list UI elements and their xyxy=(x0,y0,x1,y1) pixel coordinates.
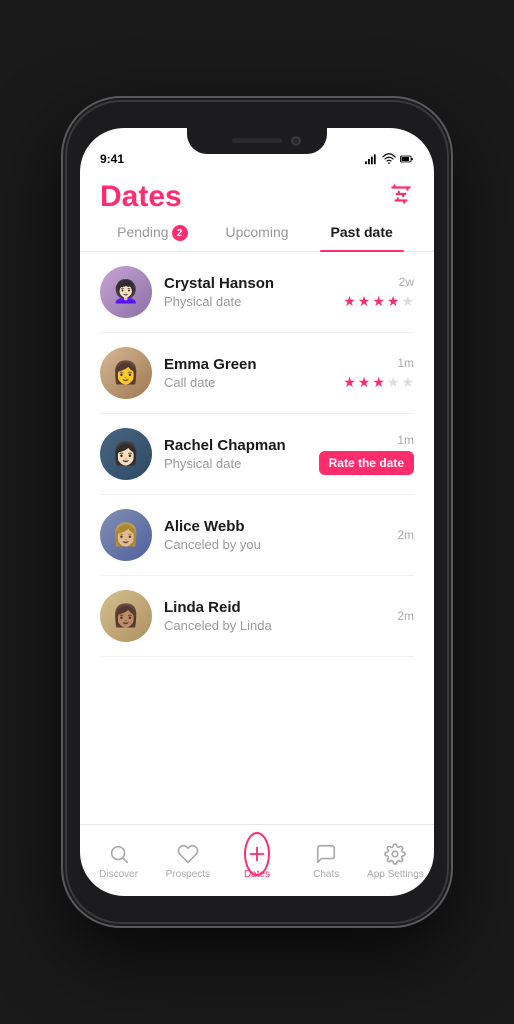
tab-bar: Pending2 Upcoming Past date xyxy=(80,214,434,252)
date-time: 2m xyxy=(397,528,414,542)
search-icon xyxy=(107,842,131,866)
phone-frame: 9:41 Dates xyxy=(67,102,447,922)
wifi-icon xyxy=(382,152,396,166)
date-time: 1m xyxy=(397,433,414,447)
header: Dates xyxy=(80,172,434,214)
star-empty: ★ xyxy=(401,293,414,310)
nav-label-dates: Dates xyxy=(244,869,270,880)
plus-circle-icon xyxy=(245,842,269,866)
date-meta: 2m xyxy=(397,609,414,623)
pending-badge: 2 xyxy=(172,225,188,241)
nav-item-settings[interactable]: App Settings xyxy=(361,836,430,886)
status-time: 9:41 xyxy=(100,152,124,166)
nav-label-discover: Discover xyxy=(99,869,138,880)
nav-item-prospects[interactable]: Prospects xyxy=(153,836,222,886)
gear-icon xyxy=(383,842,407,866)
date-info: Linda Reid Canceled by Linda xyxy=(164,599,385,633)
page-title: Dates xyxy=(100,180,182,214)
tab-upcoming[interactable]: Upcoming xyxy=(205,224,310,251)
date-info: Emma Green Call date xyxy=(164,356,331,390)
date-meta: 2w★★★★★ xyxy=(343,275,414,310)
date-type: Canceled by you xyxy=(164,537,385,552)
nav-label-chats: Chats xyxy=(313,869,339,880)
date-info: Alice Webb Canceled by you xyxy=(164,518,385,552)
date-avatar: 👩🏻‍🦱 xyxy=(100,266,152,318)
date-avatar: 👩🏽 xyxy=(100,590,152,642)
nav-label-settings: App Settings xyxy=(367,869,424,880)
date-name: Linda Reid xyxy=(164,599,385,616)
battery-icon xyxy=(400,152,414,166)
date-info: Crystal Hanson Physical date xyxy=(164,275,331,309)
star-filled: ★ xyxy=(343,374,356,391)
date-avatar: 👩 xyxy=(100,347,152,399)
date-item[interactable]: 👩🏼 Alice Webb Canceled by you 2m xyxy=(100,495,414,576)
date-meta: 1m★★★★★ xyxy=(343,356,414,391)
date-type: Call date xyxy=(164,375,331,390)
date-time: 2w xyxy=(399,275,414,289)
date-type: Physical date xyxy=(164,294,331,309)
date-time: 2m xyxy=(397,609,414,623)
date-meta: 2m xyxy=(397,528,414,542)
date-time: 1m xyxy=(397,356,414,370)
chat-icon xyxy=(314,842,338,866)
date-name: Alice Webb xyxy=(164,518,385,535)
date-type: Canceled by Linda xyxy=(164,618,385,633)
star-empty: ★ xyxy=(387,374,400,391)
status-icons xyxy=(364,152,414,166)
date-name: Rachel Chapman xyxy=(164,437,307,454)
app-content: Dates xyxy=(80,172,434,896)
phone-screen: 9:41 Dates xyxy=(80,128,434,896)
star-rating: ★★★★★ xyxy=(343,293,414,310)
heart-icon xyxy=(176,842,200,866)
star-filled: ★ xyxy=(358,293,371,310)
date-item[interactable]: 👩🏽 Linda Reid Canceled by Linda 2m xyxy=(100,576,414,657)
star-empty: ★ xyxy=(401,374,414,391)
nav-item-chats[interactable]: Chats xyxy=(292,836,361,886)
signal-icon xyxy=(364,152,378,166)
notch-camera xyxy=(291,136,301,146)
rate-date-button[interactable]: Rate the date xyxy=(319,451,414,475)
tab-past-date[interactable]: Past date xyxy=(309,224,414,251)
star-filled: ★ xyxy=(372,293,385,310)
date-item[interactable]: 👩 Emma Green Call date 1m★★★★★ xyxy=(100,333,414,414)
notch-speaker xyxy=(232,138,282,143)
date-avatar: 👩🏼 xyxy=(100,509,152,561)
notch xyxy=(187,128,327,154)
nav-label-prospects: Prospects xyxy=(166,869,210,880)
date-type: Physical date xyxy=(164,456,307,471)
phone-wrapper: 9:41 Dates xyxy=(0,0,514,1024)
date-name: Emma Green xyxy=(164,356,331,373)
star-filled: ★ xyxy=(372,374,385,391)
filter-icon[interactable] xyxy=(388,181,414,213)
date-item[interactable]: 👩🏻 Rachel Chapman Physical date 1m Rate t… xyxy=(100,414,414,495)
bottom-nav: Discover Prospects xyxy=(80,824,434,896)
date-info: Rachel Chapman Physical date xyxy=(164,437,307,471)
date-item[interactable]: 👩🏻‍🦱 Crystal Hanson Physical date 2w★★★★… xyxy=(100,252,414,333)
date-meta: 1m Rate the date xyxy=(319,433,414,475)
star-rating: ★★★★★ xyxy=(343,374,414,391)
nav-item-discover[interactable]: Discover xyxy=(84,836,153,886)
tab-pending[interactable]: Pending2 xyxy=(100,224,205,251)
star-filled: ★ xyxy=(358,374,371,391)
date-avatar: 👩🏻 xyxy=(100,428,152,480)
nav-item-dates[interactable]: Dates xyxy=(222,836,291,886)
star-filled: ★ xyxy=(343,293,356,310)
star-filled: ★ xyxy=(387,293,400,310)
date-name: Crystal Hanson xyxy=(164,275,331,292)
date-list: 👩🏻‍🦱 Crystal Hanson Physical date 2w★★★★… xyxy=(80,252,434,824)
